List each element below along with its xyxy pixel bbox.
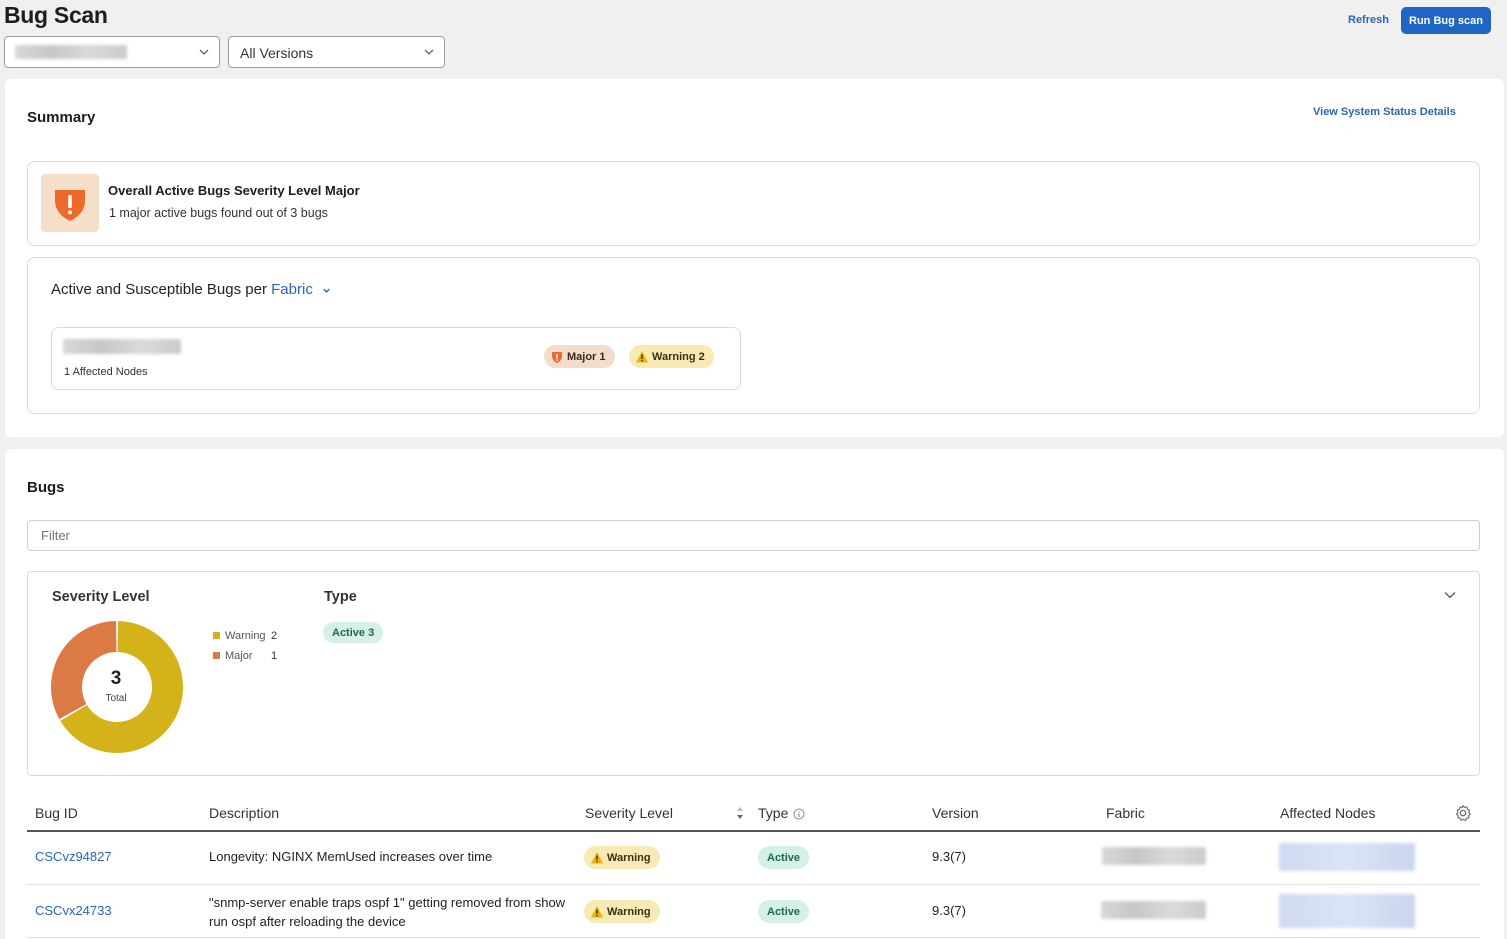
fabric-name-redacted bbox=[63, 339, 181, 354]
warning-triangle-icon bbox=[636, 350, 648, 362]
major-count-label: Major 1 bbox=[567, 350, 606, 363]
legend-warning-label: Warning bbox=[225, 630, 266, 642]
chevron-down-icon bbox=[424, 49, 434, 55]
major-count-badge: Major 1 bbox=[544, 345, 615, 368]
fabric-redacted bbox=[1101, 901, 1206, 919]
version-select[interactable]: All Versions bbox=[228, 36, 445, 68]
legend-major-count: 1 bbox=[271, 650, 278, 662]
major-shield-icon-box bbox=[41, 174, 99, 232]
bugs-overview-card: Severity Level 3 Total Warning 2 Major 1… bbox=[27, 571, 1480, 776]
warning-triangle-icon bbox=[591, 905, 603, 917]
row-divider bbox=[27, 884, 1480, 885]
gear-icon[interactable] bbox=[1454, 804, 1472, 822]
bug-description: "snmp-server enable traps ospf 1" gettin… bbox=[209, 895, 566, 929]
major-shield-icon bbox=[55, 190, 85, 221]
col-type[interactable]: Type bbox=[758, 805, 788, 821]
warning-count-badge: Warning 2 bbox=[629, 345, 714, 368]
legend-warning-swatch bbox=[213, 632, 220, 639]
severity-level-title: Severity Level bbox=[52, 589, 150, 605]
per-fabric-title: Active and Susceptible Bugs per Fabric bbox=[51, 281, 332, 298]
filter-input[interactable] bbox=[27, 520, 1480, 551]
severity-label: Warning bbox=[607, 851, 651, 864]
chevron-down-icon[interactable] bbox=[1443, 588, 1457, 602]
severity-warning-badge: Warning bbox=[584, 846, 660, 869]
type-active-badge: Active bbox=[758, 900, 810, 923]
legend-major-label: Major bbox=[225, 650, 253, 662]
bug-version: 9.3(7) bbox=[932, 849, 966, 864]
per-fabric-card: Active and Susceptible Bugs per Fabric 1… bbox=[27, 257, 1480, 414]
summary-panel: Summary View System Status Details Overa… bbox=[5, 79, 1504, 437]
version-select-value: All Versions bbox=[240, 45, 314, 61]
site-select-value-redacted bbox=[15, 45, 127, 59]
type-active-pill[interactable]: Active 3 bbox=[323, 622, 384, 643]
per-fabric-title-text: Active and Susceptible Bugs per bbox=[51, 281, 267, 298]
overall-severity-subtitle: 1 major active bugs found out of 3 bugs bbox=[109, 206, 328, 220]
summary-title: Summary bbox=[27, 109, 96, 126]
bug-description: Longevity: NGINX MemUsed increases over … bbox=[209, 849, 493, 864]
info-icon[interactable] bbox=[793, 808, 805, 820]
chevron-down-icon bbox=[323, 288, 330, 293]
fabric-affected-nodes: 1 Affected Nodes bbox=[64, 366, 148, 378]
sort-icon[interactable] bbox=[736, 805, 744, 821]
table-header-divider bbox=[27, 830, 1480, 832]
overall-severity-card: Overall Active Bugs Severity Level Major… bbox=[27, 161, 1480, 246]
view-system-status-link[interactable]: View System Status Details bbox=[1313, 106, 1456, 118]
overall-severity-title: Overall Active Bugs Severity Level Major bbox=[108, 183, 360, 198]
row-divider bbox=[27, 937, 1480, 938]
run-bug-scan-button[interactable]: Run Bug scan bbox=[1401, 7, 1491, 34]
warning-triangle-icon bbox=[591, 851, 603, 863]
type-active-badge: Active bbox=[758, 846, 810, 869]
site-select[interactable] bbox=[4, 36, 220, 68]
affected-nodes-redacted[interactable] bbox=[1279, 843, 1415, 871]
col-severity-level[interactable]: Severity Level bbox=[585, 805, 673, 821]
donut-total-value: 3 bbox=[110, 668, 122, 689]
fabric-redacted bbox=[1102, 847, 1206, 865]
group-by-value: Fabric bbox=[271, 281, 313, 298]
bug-id-link[interactable]: CSCvz94827 bbox=[35, 849, 112, 864]
affected-nodes-redacted[interactable] bbox=[1279, 894, 1415, 928]
col-affected-nodes[interactable]: Affected Nodes bbox=[1280, 805, 1375, 821]
legend-major-swatch bbox=[213, 652, 220, 659]
severity-label: Warning bbox=[607, 905, 651, 918]
legend-warning-count: 2 bbox=[271, 630, 278, 642]
chevron-down-icon bbox=[199, 49, 209, 55]
group-by-dropdown[interactable]: Fabric bbox=[271, 281, 332, 298]
donut-total-label: Total bbox=[105, 693, 127, 704]
type-title: Type bbox=[324, 589, 357, 605]
col-fabric[interactable]: Fabric bbox=[1106, 805, 1145, 821]
bug-version: 9.3(7) bbox=[932, 903, 966, 918]
severity-warning-badge: Warning bbox=[584, 900, 660, 923]
col-version[interactable]: Version bbox=[932, 805, 979, 821]
warning-count-label: Warning 2 bbox=[652, 350, 705, 363]
bug-id-link[interactable]: CSCvx24733 bbox=[35, 903, 112, 918]
page-title: Bug Scan bbox=[4, 2, 108, 28]
refresh-button[interactable]: Refresh bbox=[1348, 14, 1389, 26]
bugs-title: Bugs bbox=[27, 479, 65, 496]
fabric-card[interactable]: 1 Affected Nodes Major 1 Warning 2 bbox=[51, 327, 741, 390]
major-shield-icon bbox=[552, 351, 562, 363]
col-bug-id[interactable]: Bug ID bbox=[35, 805, 78, 821]
col-description[interactable]: Description bbox=[209, 805, 279, 821]
